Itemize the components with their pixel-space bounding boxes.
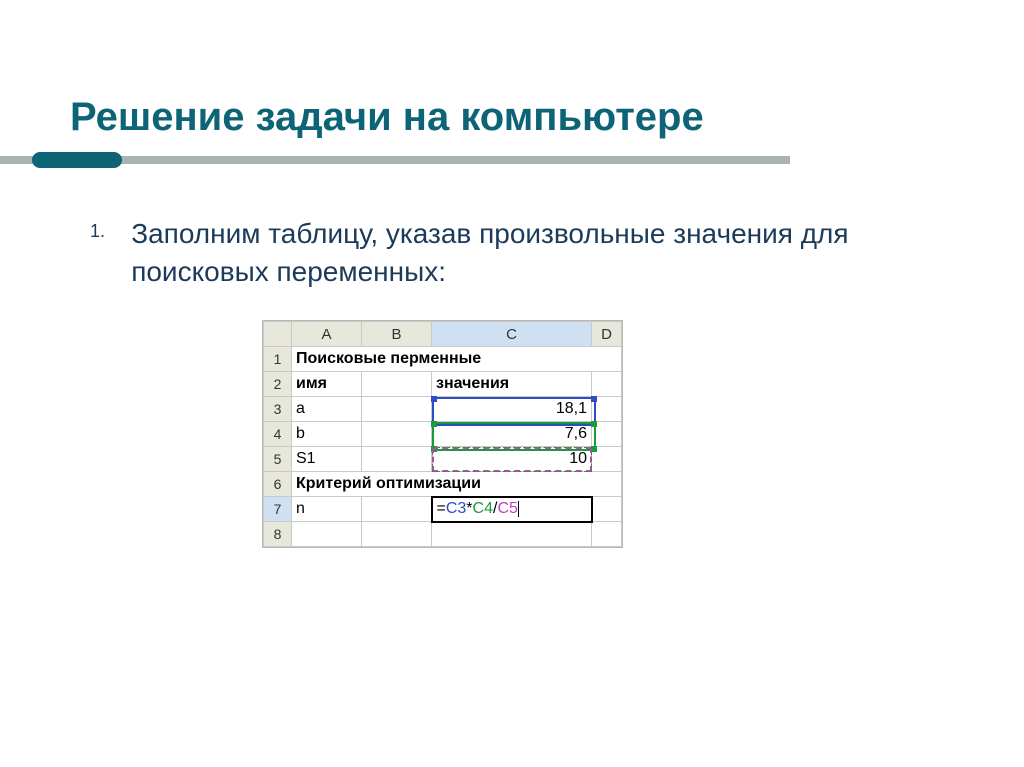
text-cursor: [518, 501, 519, 517]
cell-b5[interactable]: [362, 447, 432, 472]
cell-a3[interactable]: a: [292, 397, 362, 422]
formula-prefix: =: [437, 500, 446, 517]
cell-b8[interactable]: [362, 522, 432, 547]
cell-b7[interactable]: [362, 497, 432, 522]
row-header-2[interactable]: 2: [264, 372, 292, 397]
formula-ref-c3: C3: [446, 500, 466, 517]
title-underline: [0, 152, 1024, 168]
cell-b3[interactable]: [362, 397, 432, 422]
cell-c2[interactable]: значения: [432, 372, 592, 397]
cell-d5[interactable]: [592, 447, 622, 472]
cell-c5[interactable]: 10: [432, 447, 592, 472]
list-number: 1.: [90, 215, 131, 242]
col-header-b[interactable]: B: [362, 322, 432, 347]
cell-c3[interactable]: 18,1: [432, 397, 592, 422]
formula-ref-c4: C4: [473, 500, 493, 517]
cell-b4[interactable]: [362, 422, 432, 447]
underline-cap: [32, 152, 122, 168]
formula-ref-c5: C5: [497, 500, 517, 517]
cell-c7-editing[interactable]: =C3*C4/C5: [432, 497, 592, 522]
row-header-1[interactable]: 1: [264, 347, 292, 372]
cell-b2[interactable]: [362, 372, 432, 397]
cell-d4[interactable]: [592, 422, 622, 447]
cell-d8[interactable]: [592, 522, 622, 547]
cell-d7[interactable]: [592, 497, 622, 522]
row-header-7[interactable]: 7: [264, 497, 292, 522]
col-header-a[interactable]: A: [292, 322, 362, 347]
list-text: Заполним таблицу, указав произвольные зн…: [131, 215, 910, 291]
row-header-3[interactable]: 3: [264, 397, 292, 422]
list-item-1: 1. Заполним таблицу, указав произвольные…: [90, 215, 910, 291]
cell-a5[interactable]: S1: [292, 447, 362, 472]
body: 1. Заполним таблицу, указав произвольные…: [90, 215, 910, 291]
row-header-6[interactable]: 6: [264, 472, 292, 497]
slide-title: Решение задачи на компьютере: [70, 95, 704, 140]
cell-c8[interactable]: [432, 522, 592, 547]
cell-a6[interactable]: Критерий оптимизации: [292, 472, 622, 497]
cell-a1[interactable]: Поисковые перменные: [292, 347, 622, 372]
cell-d2[interactable]: [592, 372, 622, 397]
col-header-c[interactable]: C: [432, 322, 592, 347]
cell-a7[interactable]: n: [292, 497, 362, 522]
cell-a4[interactable]: b: [292, 422, 362, 447]
spreadsheet-table: A B C D 1 Поисковые перменные 2 имя знач…: [263, 321, 622, 547]
cell-c4[interactable]: 7,6: [432, 422, 592, 447]
row-header-4[interactable]: 4: [264, 422, 292, 447]
spreadsheet: A B C D 1 Поисковые перменные 2 имя знач…: [262, 320, 623, 548]
row-header-8[interactable]: 8: [264, 522, 292, 547]
col-header-d[interactable]: D: [592, 322, 622, 347]
corner-cell[interactable]: [264, 322, 292, 347]
cell-d3[interactable]: [592, 397, 622, 422]
slide: Решение задачи на компьютере 1. Заполним…: [0, 0, 1024, 767]
cell-a2[interactable]: имя: [292, 372, 362, 397]
row-header-5[interactable]: 5: [264, 447, 292, 472]
cell-a8[interactable]: [292, 522, 362, 547]
